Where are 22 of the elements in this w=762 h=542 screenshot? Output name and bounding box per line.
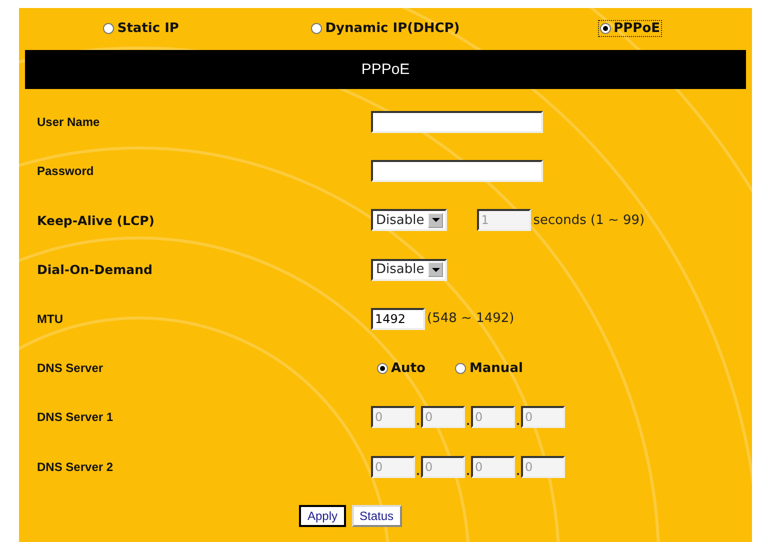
section-title: PPPoE: [25, 50, 746, 89]
dns-mode-radio[interactable]: Manual: [455, 360, 523, 376]
field-label: Password: [36, 164, 95, 178]
dropdown[interactable]: Disable: [371, 258, 448, 281]
field-label: MTU: [36, 312, 64, 326]
action-button[interactable]: Apply: [299, 505, 346, 528]
connection-type-radio[interactable]: Static IP: [101, 20, 181, 36]
dns-mode-radio[interactable]: Auto: [377, 360, 426, 376]
field-label: DNS Server 2: [36, 460, 114, 474]
hint-text: (548 ~ 1492): [427, 311, 514, 326]
action-button[interactable]: Status: [352, 505, 402, 528]
text-field[interactable]: [371, 160, 543, 182]
field-label: Dial-On-Demand: [36, 262, 154, 278]
connection-type-radio[interactable]: Dynamic IP(DHCP): [309, 20, 462, 36]
hint-text: seconds (1 ~ 99): [533, 212, 645, 228]
number-field[interactable]: 1492: [371, 308, 425, 330]
text-field[interactable]: [371, 110, 543, 133]
field-label: Keep-Alive (LCP): [36, 212, 156, 228]
connection-type-radio[interactable]: PPPoE: [598, 20, 662, 36]
field-label: DNS Server 1: [36, 410, 114, 424]
field-label: DNS Server: [36, 361, 104, 376]
field-label: User Name: [36, 114, 101, 129]
